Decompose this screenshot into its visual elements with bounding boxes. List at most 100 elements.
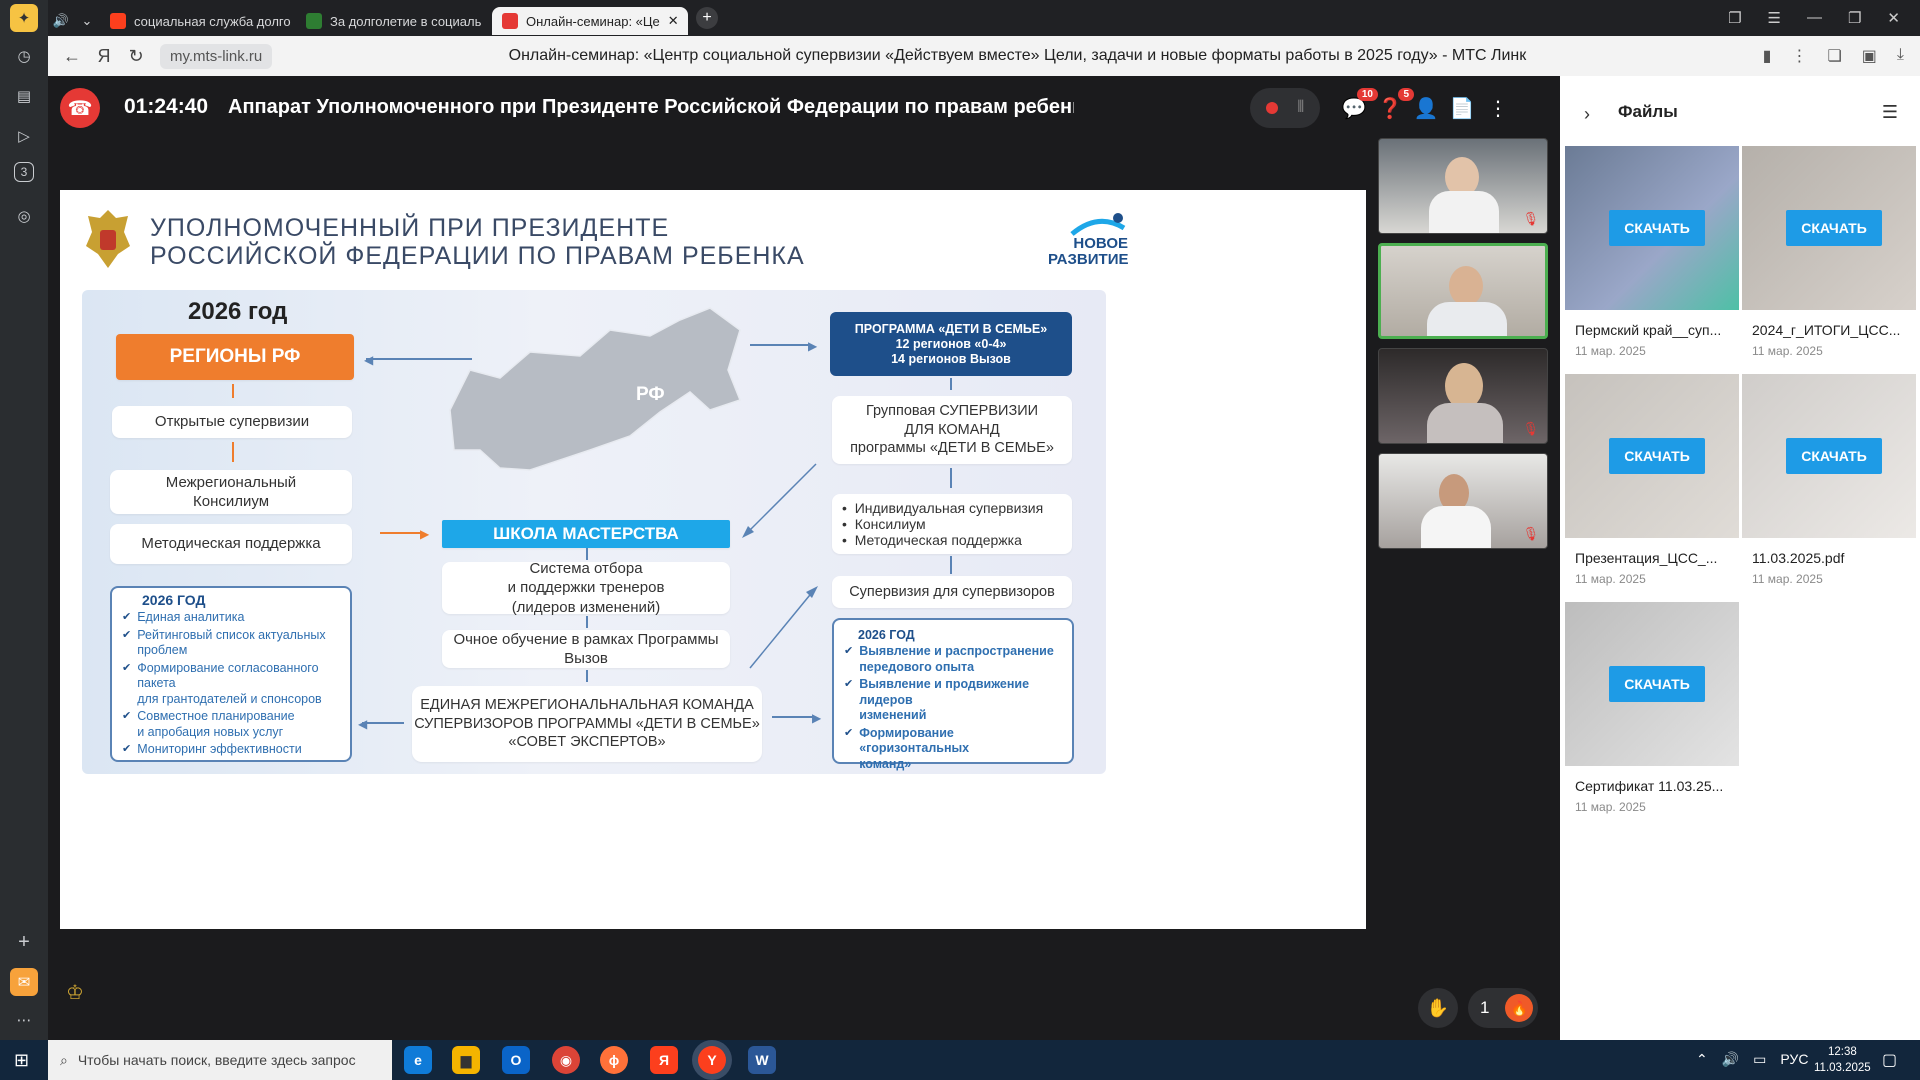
goal-item: ✔ Единая аналитика xyxy=(122,610,344,626)
firefox-icon[interactable]: ɸ xyxy=(600,1046,628,1074)
more-options-button[interactable]: ⋮ xyxy=(1484,94,1512,122)
bookmark-icon[interactable]: ▮ xyxy=(1763,46,1772,66)
chat-button[interactable]: 💬 10 xyxy=(1340,88,1378,122)
close-icon[interactable]: ✕ xyxy=(668,13,679,29)
collections-icon[interactable]: ▤ xyxy=(10,82,38,110)
sound-icon[interactable]: 🔊 xyxy=(48,7,74,35)
download-button[interactable]: СКАЧАТЬ xyxy=(1609,666,1705,702)
tray-chevron-icon[interactable]: ⌃ xyxy=(1696,1051,1708,1068)
reaction-count: 1 xyxy=(1480,998,1490,1017)
restore-icon[interactable]: ❐ xyxy=(1848,9,1861,27)
outlook-icon[interactable]: O xyxy=(502,1046,530,1074)
bullet-dot: • xyxy=(842,516,855,532)
counter-badge[interactable]: 3 xyxy=(14,162,34,182)
minimize-icon[interactable]: — xyxy=(1807,9,1822,27)
search-icon: ⌕ xyxy=(60,1051,68,1068)
reload-icon[interactable]: ↻ xyxy=(120,40,152,72)
participant-tile[interactable]: 🎙 xyxy=(1378,348,1548,444)
yandex-icon[interactable]: Я xyxy=(650,1046,678,1074)
site-icon xyxy=(306,13,322,29)
webinar-app: ☎ 01:24:40 Аппарат Уполномоченного при П… xyxy=(48,76,1560,1040)
file-card[interactable]: СКАЧАТЬ 11.03.2025.pdf 11 мар. 2025 xyxy=(1742,374,1916,598)
network-icon[interactable]: ▭ xyxy=(1753,1051,1766,1068)
download-button[interactable]: СКАЧАТЬ xyxy=(1609,210,1705,246)
file-name: Сертификат 11.03.25... xyxy=(1575,778,1724,794)
fire-icon: 🔥 xyxy=(1505,994,1534,1022)
reaction-controls: ✋ 1 🔥 xyxy=(1418,988,1548,1028)
questions-button[interactable]: ❓ 5 xyxy=(1376,88,1414,122)
russia-map-icon xyxy=(449,307,741,471)
bullet-item: • Консилиум xyxy=(842,516,1043,532)
clock-date: 11.03.2025 xyxy=(1814,1062,1871,1074)
taskbar-search-input[interactable]: ⌕ Чтобы начать поиск, введите здесь запр… xyxy=(48,1040,392,1080)
file-card[interactable]: СКАЧАТЬ 2024_г_ИТОГИ_ЦСС... 11 мар. 2025 xyxy=(1742,146,1916,370)
group-line2: ДЛЯ КОМАНД xyxy=(904,421,1000,438)
chrome-icon[interactable]: ◉ xyxy=(552,1046,580,1074)
yandex-logo-icon[interactable]: Я xyxy=(88,40,120,72)
collections-icon[interactable]: ❏ xyxy=(1827,46,1841,66)
edge-icon[interactable]: e xyxy=(404,1046,432,1074)
clock[interactable]: 12:38 11.03.2025 xyxy=(1814,1044,1871,1076)
files-button[interactable]: 📄 xyxy=(1448,94,1476,122)
tab-manager-icon[interactable]: ❐ xyxy=(1728,9,1741,27)
arrow-right-icon: ▶ xyxy=(808,339,818,353)
file-card[interactable]: СКАЧАТЬ Сертификат 11.03.25... 11 мар. 202… xyxy=(1565,602,1739,826)
download-button[interactable]: СКАЧАТЬ xyxy=(1786,438,1882,474)
video-icon[interactable]: ▷ xyxy=(10,122,38,150)
participants-button[interactable]: 👤 xyxy=(1412,94,1440,122)
participant-tile[interactable]: 🎙 xyxy=(1378,453,1548,549)
goal-text: Мониторинг эффективности xyxy=(137,742,302,756)
download-button[interactable]: СКАЧАТЬ xyxy=(1786,210,1882,246)
participant-tile-active[interactable] xyxy=(1378,243,1548,339)
file-card[interactable]: СКАЧАТЬ Пермский край__суп... 11 мар. 2025 xyxy=(1565,146,1739,370)
menu-icon[interactable]: ☰ xyxy=(1768,9,1781,27)
regions-box: РЕГИОНЫ РФ xyxy=(116,334,354,380)
method-support-box: Методическая поддержка xyxy=(110,524,352,564)
participant-tile[interactable]: 🎙 xyxy=(1378,138,1548,234)
recording-toggle[interactable]: ⦀ xyxy=(1250,88,1320,128)
download-icon[interactable]: ⤓ xyxy=(1897,46,1904,66)
reactions-button[interactable]: 1 🔥 xyxy=(1468,988,1538,1028)
files-panel: › Файлы ☰ СКАЧАТЬ Пермский край__суп... 11… xyxy=(1560,76,1920,1040)
yandex-browser-icon[interactable]: Y xyxy=(698,1046,726,1074)
tab-1[interactable]: социальная служба долго xyxy=(100,7,296,35)
volume-icon[interactable]: 🔊 xyxy=(1722,1051,1739,1068)
notifications-icon[interactable]: ▢ xyxy=(1882,1050,1897,1070)
more-icon[interactable]: ⋯ xyxy=(10,1006,38,1034)
history-icon[interactable]: ◷ xyxy=(10,42,38,70)
file-date: 11 мар. 2025 xyxy=(1575,344,1646,358)
collapse-chevron-icon[interactable]: › xyxy=(1584,104,1590,125)
close-window-icon[interactable]: ✕ xyxy=(1887,9,1900,27)
language-indicator[interactable]: РУС xyxy=(1780,1051,1808,1068)
file-card[interactable]: СКАЧАТЬ Презентация_ЦСС_... 11 мар. 2025 xyxy=(1565,374,1739,598)
add-icon[interactable]: + xyxy=(10,928,38,956)
trainers-box: Система отбора и поддержки тренеров (лид… xyxy=(442,560,730,616)
url-field[interactable]: my.mts-link.ru xyxy=(160,43,273,69)
tab-2[interactable]: За долголетие в социаль xyxy=(296,7,492,35)
map-label: РФ xyxy=(636,384,665,405)
hand-icon: ✋ xyxy=(1426,997,1450,1018)
chevron-down-icon[interactable]: ⌄ xyxy=(74,7,100,35)
program-line2: 12 регионов «0-4» xyxy=(895,337,1007,351)
mail-icon[interactable]: ✉ xyxy=(10,968,38,996)
raise-hand-button[interactable]: ✋ xyxy=(1418,988,1458,1028)
download-button[interactable]: СКАЧАТЬ xyxy=(1609,438,1705,474)
training-box: Очное обучение в рамках Программы Вызов xyxy=(442,630,730,668)
list-view-icon[interactable]: ☰ xyxy=(1882,102,1898,123)
file-date: 11 мар. 2025 xyxy=(1752,572,1823,586)
windows-start-icon[interactable]: ⊞ xyxy=(14,1050,29,1071)
camera-icon[interactable]: ◎ xyxy=(10,202,38,230)
extension-icon[interactable]: ▣ xyxy=(1862,46,1877,66)
browser-logo-icon[interactable]: ✦ xyxy=(10,4,38,32)
word-icon[interactable]: W xyxy=(748,1046,776,1074)
check-icon: ✔ xyxy=(844,678,854,690)
more-icon[interactable]: ⋮ xyxy=(1791,46,1807,66)
new-tab-button[interactable]: + xyxy=(696,7,718,29)
address-bar: ← Я ↻ my.mts-link.ru Онлайн-семинар: «Це… xyxy=(48,36,1920,76)
end-call-button[interactable]: ☎ xyxy=(60,88,100,128)
file-explorer-icon[interactable]: ▆ xyxy=(452,1046,480,1074)
tab-3-active[interactable]: Онлайн-семинар: «Це ✕ xyxy=(492,7,688,35)
arrow-right-icon: ▶ xyxy=(812,711,822,725)
back-icon[interactable]: ← xyxy=(56,40,88,72)
presentation-slide: УПОЛНОМОЧЕННЫЙ ПРИ ПРЕЗИДЕНТЕ РОССИЙСКОЙ… xyxy=(60,190,1366,929)
